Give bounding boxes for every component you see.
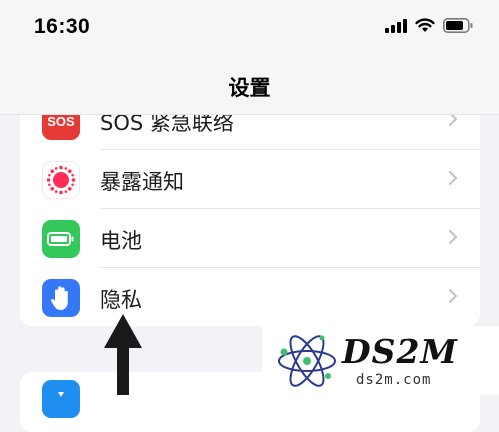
settings-row-privacy[interactable]: 隐私: [20, 269, 480, 326]
chevron-right-icon: [448, 288, 458, 304]
cellular-signal-icon: [385, 18, 407, 33]
app-store-icon: [42, 380, 80, 418]
settings-row-label: 隐私: [100, 288, 142, 312]
navigation-bar: 设置: [0, 58, 499, 115]
settings-row-label: 暴露通知: [100, 170, 184, 194]
settings-row-battery[interactable]: 电池: [20, 210, 480, 268]
atom-logo-icon: [278, 335, 336, 387]
battery-status-icon: [443, 18, 473, 33]
settings-row-label: 电池: [100, 229, 142, 253]
status-time: 16:30: [34, 15, 91, 38]
row-divider: [100, 267, 480, 268]
settings-group: SOS SOS 紧急联络 暴露通知 电池 隐私: [20, 100, 480, 326]
system-icons: [385, 18, 473, 33]
chevron-right-icon: [448, 229, 458, 245]
page-title: 设置: [228, 76, 271, 100]
wifi-icon: [415, 18, 435, 32]
watermark-url: ds2m.com: [356, 372, 432, 388]
battery-icon: [42, 220, 80, 258]
status-bar: 16:30: [0, 0, 499, 58]
settings-row-exposure-notifications[interactable]: 暴露通知: [20, 151, 480, 209]
row-divider: [100, 208, 480, 209]
watermark: DS2M ds2m.com: [262, 326, 499, 395]
hand-icon: [42, 279, 80, 317]
row-divider: [100, 149, 480, 150]
chevron-right-icon: [448, 170, 458, 186]
watermark-brand: DS2M: [342, 332, 458, 371]
exposure-notification-icon: [42, 161, 80, 199]
annotation-arrow-icon: [104, 314, 142, 395]
